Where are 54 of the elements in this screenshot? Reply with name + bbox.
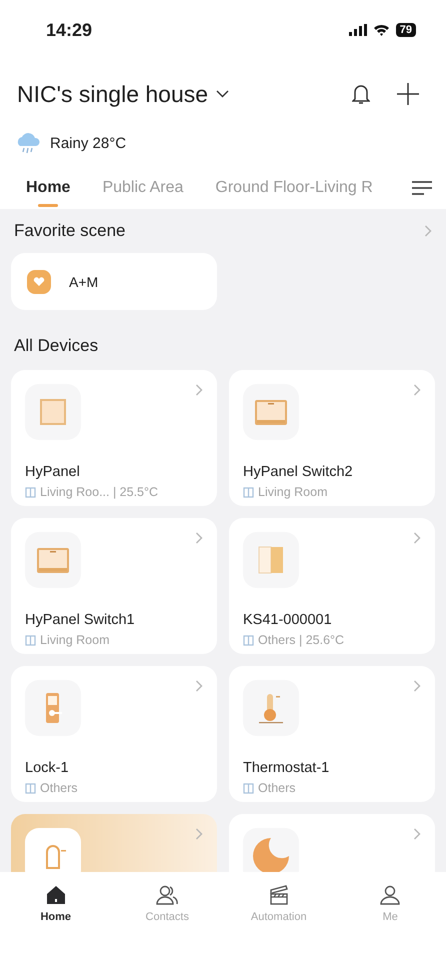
status-time: 14:29 <box>46 20 92 40</box>
moon-icon <box>251 836 291 872</box>
device-name: KS41-000001 <box>243 612 333 628</box>
device-card[interactable]: Thermostat-1 Others <box>229 666 435 802</box>
chevron-right-icon <box>195 384 203 396</box>
room-icon <box>25 782 36 794</box>
chevron-right-icon <box>413 532 421 544</box>
device-name: Lock-1 <box>25 760 70 776</box>
device-location: Living Room <box>258 485 328 499</box>
room-icon <box>243 634 254 646</box>
device-card[interactable]: HyPanel Living Roo... | 25.5°C <box>11 370 217 506</box>
device-card[interactable]: HyPanel Switch2 Living Room <box>229 370 435 506</box>
weather-text: Rainy 28°C <box>50 134 126 152</box>
contacts-icon <box>155 883 180 907</box>
room-icon <box>25 486 36 498</box>
scene-icon <box>27 270 51 294</box>
plus-icon[interactable] <box>396 82 420 106</box>
device-location: Living Room <box>40 633 110 647</box>
chevron-down-icon[interactable] <box>216 90 230 98</box>
device-card[interactable]: KS41-000001 Others | 25.6°C <box>229 518 435 654</box>
section-title: All Devices <box>14 336 98 356</box>
room-icon <box>243 782 254 794</box>
device-location: Others | 25.6°C <box>258 633 344 647</box>
device-card[interactable]: Lock-1 Others <box>11 666 217 802</box>
scene-name: A+M <box>69 274 98 290</box>
device-location: Living Roo... | 25.5°C <box>40 485 158 499</box>
chevron-right-icon <box>413 384 421 396</box>
device-name: Thermostat-1 <box>243 760 330 776</box>
room-icon <box>243 486 254 498</box>
wifi-icon <box>372 24 390 36</box>
device-location: Others <box>258 781 296 795</box>
chevron-right-icon <box>195 680 203 692</box>
room-tab[interactable]: Home <box>26 178 70 209</box>
nav-tab[interactable]: Home <box>0 882 112 924</box>
section-title: Favorite scene <box>14 221 126 241</box>
scene-card[interactable]: A+M <box>11 253 217 310</box>
device-card[interactable]: HyPanel Switch1 Living Room <box>11 518 217 654</box>
chevron-right-icon <box>424 225 432 237</box>
device-location: Others <box>40 781 78 795</box>
battery-indicator: 79 <box>396 23 416 37</box>
me-icon <box>378 883 402 907</box>
room-icon <box>25 634 36 646</box>
chevron-right-icon <box>413 828 421 840</box>
signal-icon <box>348 24 367 36</box>
menu-icon[interactable] <box>412 180 432 196</box>
chevron-right-icon <box>195 532 203 544</box>
rain-cloud-icon <box>15 132 41 154</box>
chevron-right-icon <box>413 680 421 692</box>
home-name[interactable]: NIC's single house <box>17 80 208 108</box>
device-name: HyPanel <box>25 464 81 480</box>
bell-icon[interactable] <box>352 83 370 105</box>
device-name: HyPanel Switch1 <box>25 612 136 628</box>
chevron-right-icon <box>195 828 203 840</box>
device-name: HyPanel Switch2 <box>243 464 354 480</box>
